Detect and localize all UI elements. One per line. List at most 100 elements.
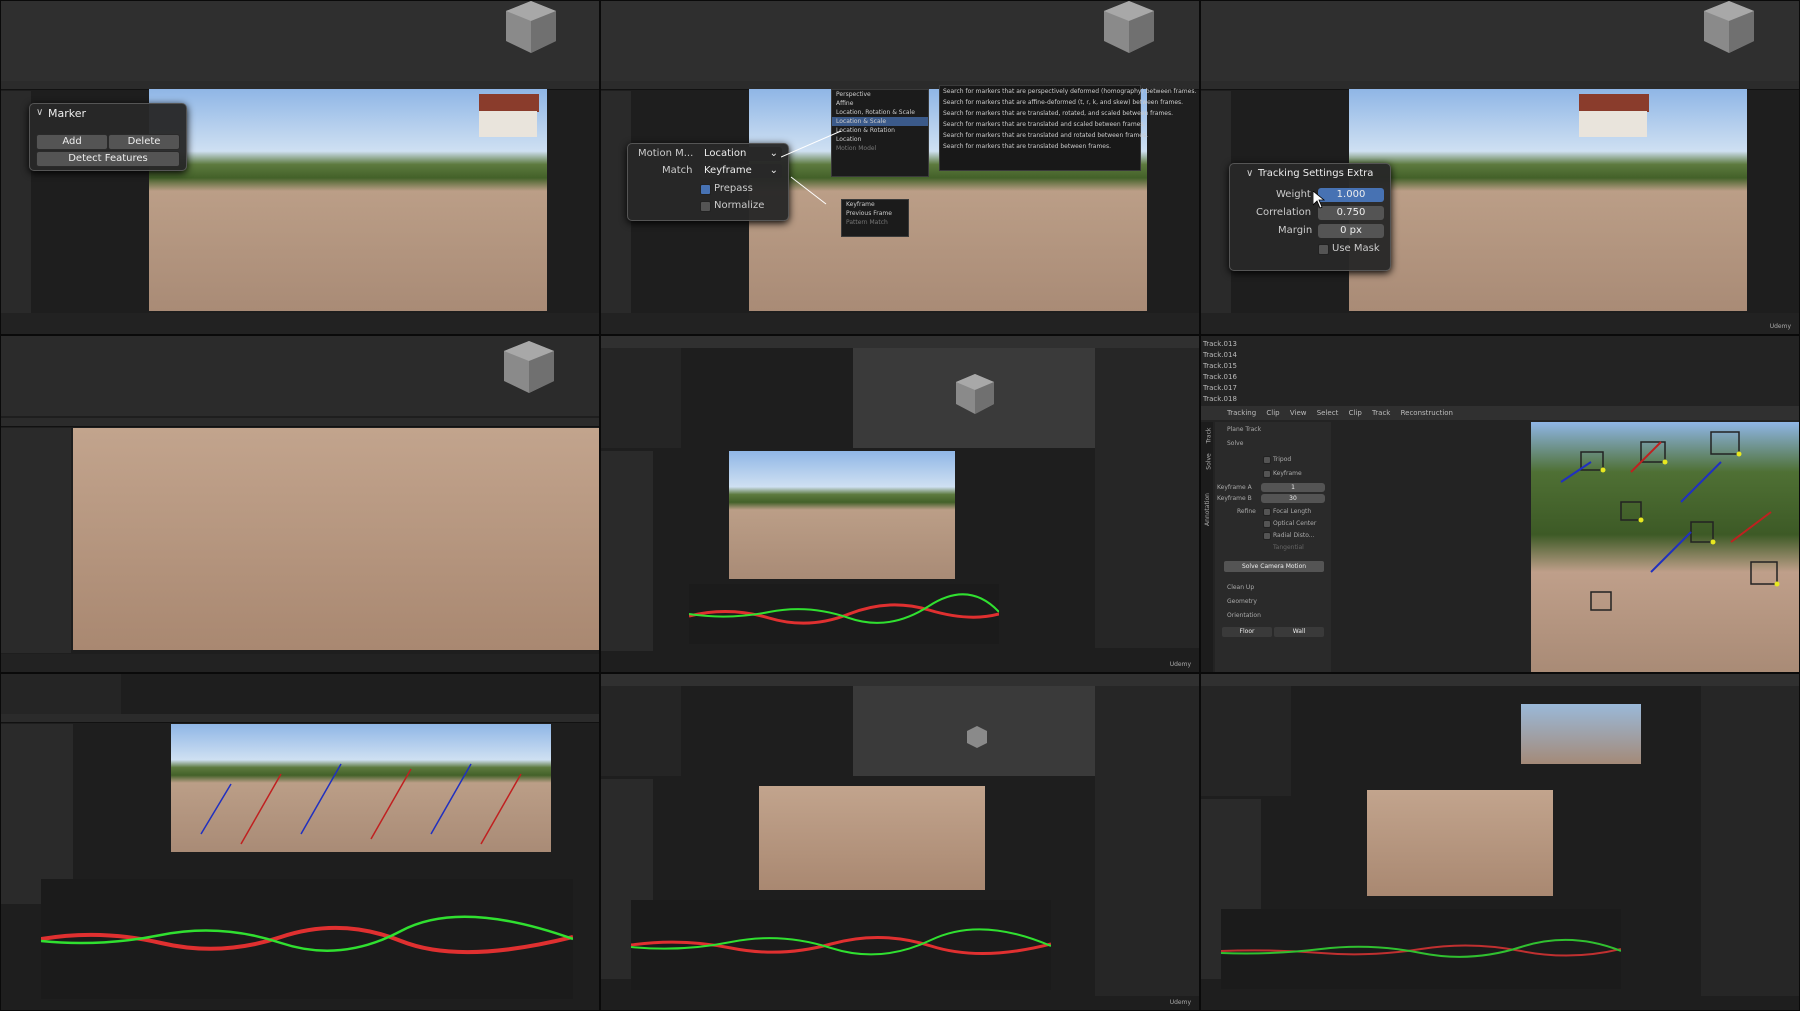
solve-header[interactable]: Solve [1227, 440, 1243, 447]
cube-object[interactable] [499, 341, 559, 396]
cube-object[interactable] [1699, 1, 1759, 56]
menu-clip[interactable]: Clip [1349, 409, 1362, 417]
keyframe-label: Keyframe [1273, 470, 1302, 477]
track-item[interactable]: Track.013 [1203, 339, 1237, 350]
cube-object[interactable] [501, 1, 561, 56]
correlation-field[interactable]: 0.750 [1318, 206, 1384, 220]
track-item[interactable]: Track.016 [1203, 372, 1237, 383]
geometry-header[interactable]: Geometry [1227, 598, 1257, 605]
dopesheet[interactable] [601, 686, 681, 776]
plane-track-header[interactable]: Plane Track [1227, 426, 1261, 433]
add-marker-button[interactable]: Add [36, 134, 108, 150]
watermark: Udemy [1169, 999, 1191, 1006]
cube-object[interactable] [965, 726, 989, 750]
match-menu-title: Pattern Match [846, 219, 888, 226]
dopesheet[interactable] [1, 674, 121, 714]
keyframe-a-field[interactable]: 1 [1261, 483, 1325, 492]
timeline[interactable] [1, 313, 599, 334]
collapse-arrow-icon[interactable]: ∨ [36, 107, 43, 118]
delete-marker-button[interactable]: Delete [108, 134, 180, 150]
motion-graph[interactable] [688, 584, 1000, 644]
tile-tracking-settings-extra: ∨ Tracking Settings Extra Weight 1.000 C… [1200, 0, 1800, 335]
motion-model-select[interactable]: Location ⌄ [700, 147, 782, 161]
focal-length-checkbox[interactable] [1263, 508, 1271, 516]
properties-panel[interactable] [1095, 686, 1199, 996]
clip-frame-with-markers[interactable] [759, 786, 985, 890]
margin-field[interactable]: 0 px [1318, 224, 1384, 238]
tile-marker-panel: ∨ Marker Add Delete Detect Features [0, 0, 600, 335]
collapse-arrow-icon[interactable]: ∨ [1246, 168, 1253, 179]
clip-frame-with-tracks[interactable] [1531, 422, 1799, 672]
properties-panel[interactable] [1095, 348, 1199, 648]
tool-sidebar[interactable] [1, 724, 73, 904]
track-item[interactable]: Track.014 [1203, 350, 1237, 361]
tab-annotation[interactable]: Annotation [1204, 493, 1211, 526]
top-bar[interactable] [601, 336, 1199, 348]
timeline[interactable] [601, 313, 1199, 334]
margin-label: Margin [1278, 225, 1313, 236]
menu-track[interactable]: Track [1372, 409, 1390, 417]
clip-editor-header[interactable]: Tracking Clip View Select Clip Track Rec… [1201, 406, 1799, 420]
track-list[interactable]: Track.013 Track.014 Track.015 Track.016 … [1203, 339, 1237, 405]
wall-button[interactable]: Wall [1273, 626, 1325, 638]
3d-viewport[interactable] [1521, 704, 1641, 764]
motion-option[interactable]: Perspective [832, 90, 928, 99]
prepass-checkbox[interactable] [700, 184, 711, 195]
properties-panel[interactable] [1701, 686, 1799, 996]
weight-field[interactable]: 1.000 [1318, 188, 1384, 202]
timeline[interactable] [1201, 313, 1799, 334]
outliner[interactable] [1201, 686, 1291, 796]
match-select[interactable]: Keyframe ⌄ [700, 164, 782, 178]
track-item[interactable]: Track.018 [1203, 394, 1237, 405]
timeline[interactable] [1, 654, 599, 672]
tool-sidebar[interactable] [1, 91, 31, 321]
tool-sidebar[interactable] [601, 451, 653, 651]
tool-sidebar[interactable] [1, 428, 71, 653]
clip-frame[interactable] [73, 428, 599, 650]
motion-graph[interactable] [1220, 909, 1622, 989]
keyframe-b-field[interactable]: 30 [1261, 494, 1325, 503]
correlation-label: Correlation [1256, 207, 1312, 218]
menu-select[interactable]: Select [1317, 409, 1339, 417]
panel-title: Tracking Settings Extra [1258, 168, 1374, 179]
normalize-checkbox[interactable] [700, 201, 711, 212]
clip-frame-with-tracks[interactable] [171, 724, 551, 852]
solve-camera-motion-button[interactable]: Solve Camera Motion [1223, 560, 1325, 573]
track-item[interactable]: Track.015 [1203, 361, 1237, 372]
floor-button[interactable]: Floor [1221, 626, 1273, 638]
menu-reconstruction[interactable]: Reconstruction [1401, 409, 1453, 417]
keyframe-checkbox[interactable] [1263, 470, 1271, 478]
detect-features-button[interactable]: Detect Features [36, 151, 180, 167]
use-mask-checkbox[interactable] [1318, 244, 1329, 255]
tripod-checkbox[interactable] [1263, 456, 1271, 464]
motion-graph[interactable] [40, 879, 574, 999]
motion-option[interactable]: Affine [832, 99, 928, 108]
orientation-header[interactable]: Orientation [1227, 612, 1261, 619]
clip-frame[interactable] [149, 89, 547, 311]
top-bar[interactable] [1201, 674, 1799, 686]
tile-tracked-clip-graph [0, 673, 600, 1011]
clip-frame-with-markers[interactable] [1367, 790, 1553, 896]
clean-up-header[interactable]: Clean Up [1227, 584, 1254, 591]
clip-frame[interactable] [1349, 89, 1747, 311]
tool-sidebar[interactable] [1201, 91, 1231, 321]
menu-view[interactable]: View [1290, 409, 1307, 417]
optical-center-checkbox[interactable] [1263, 520, 1271, 528]
clip-editor-header[interactable] [1, 714, 599, 723]
motion-graph[interactable] [630, 900, 1052, 990]
mode-tracking[interactable]: Tracking [1227, 409, 1256, 417]
match-option[interactable]: Previous Frame [842, 209, 908, 218]
cube-object[interactable] [953, 374, 997, 416]
clip-editor-header[interactable] [1, 418, 599, 427]
tab-solve[interactable]: Solve [1206, 453, 1213, 469]
tab-track[interactable]: Track [1205, 428, 1212, 444]
track-item[interactable]: Track.017 [1203, 383, 1237, 394]
top-bar[interactable] [601, 674, 1199, 686]
clip-frame-with-markers[interactable] [729, 451, 955, 579]
motion-option[interactable]: Location & Scale [832, 117, 928, 126]
motion-option[interactable]: Location, Rotation & Scale [832, 108, 928, 117]
radial-distortion-checkbox[interactable] [1263, 532, 1271, 540]
cube-object[interactable] [1099, 1, 1159, 56]
mode-clip[interactable]: Clip [1266, 409, 1279, 417]
dopesheet[interactable] [601, 348, 681, 448]
